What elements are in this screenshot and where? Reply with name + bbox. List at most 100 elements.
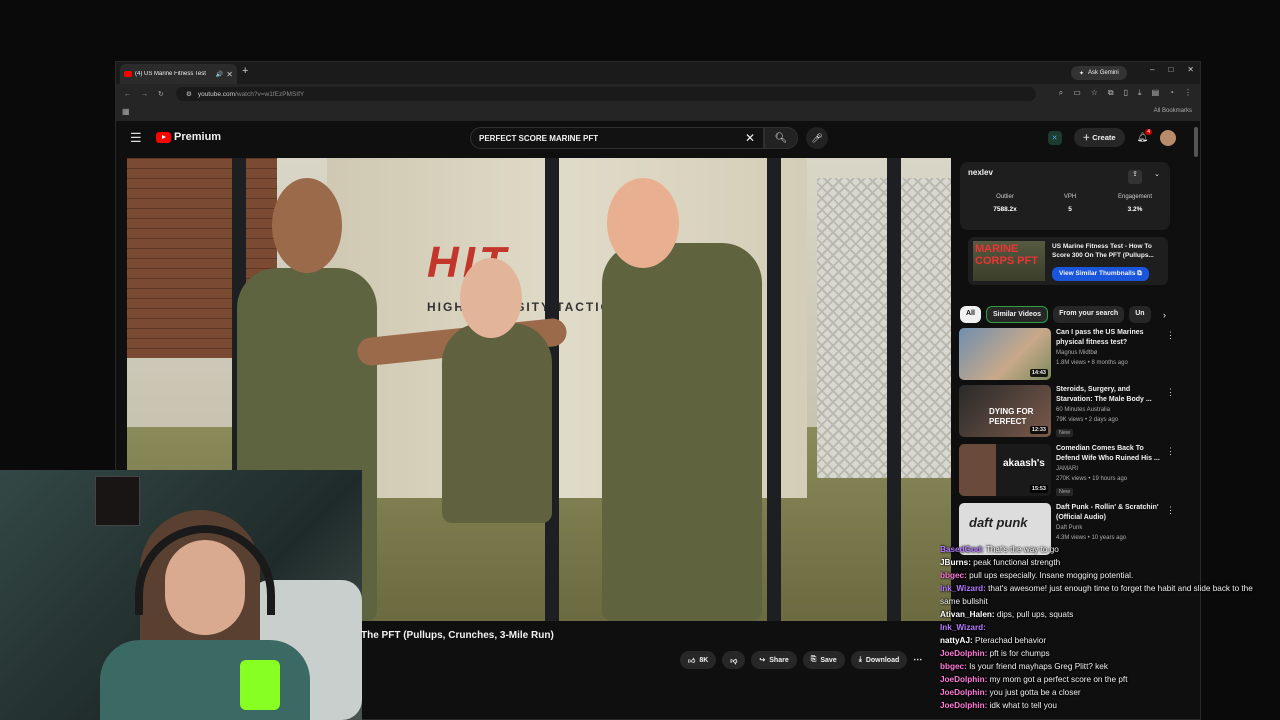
stat-label: Outlier bbox=[996, 194, 1014, 200]
view-similar-thumbnails-button[interactable]: View Similar Thumbnails ⧉ bbox=[1052, 267, 1149, 281]
chat-username[interactable]: Ink_Wizard: bbox=[940, 584, 986, 593]
back-icon[interactable]: ← bbox=[124, 91, 131, 98]
like-count: 8K bbox=[699, 656, 709, 664]
ask-gemini-button[interactable]: ✦ Ask Gemini bbox=[1071, 66, 1127, 80]
maximize-button[interactable]: □ bbox=[1168, 65, 1173, 74]
recommendation-channel[interactable]: 60 Minutes Australia bbox=[1056, 407, 1110, 413]
recommendation-channel[interactable]: Daft Punk bbox=[1056, 525, 1082, 531]
avatar[interactable] bbox=[1160, 129, 1176, 146]
recommendation-channel[interactable]: JAMARI bbox=[1056, 466, 1078, 472]
chat-username[interactable]: Ativan_Halen: bbox=[940, 610, 995, 619]
stat-engagement: Engagement 3.2% bbox=[1105, 194, 1165, 213]
search-input[interactable]: PERFECT SCORE MARINE PFT ✕ bbox=[470, 127, 764, 149]
gemini-label: Ask Gemini bbox=[1088, 70, 1119, 76]
site-info-icon[interactable]: ⚙ bbox=[186, 90, 192, 98]
microphone-icon: 🎤︎ bbox=[811, 132, 823, 143]
create-button[interactable]: ＋ Create bbox=[1073, 128, 1125, 147]
recommendation-title[interactable]: Can I pass the US Marines physical fitne… bbox=[1056, 328, 1160, 348]
chat-text: Pterachad behavior bbox=[972, 636, 1047, 645]
chat-username[interactable]: JBurns: bbox=[940, 558, 971, 567]
chat-username[interactable]: nattyAJ: bbox=[940, 636, 973, 645]
stat-value: 7588.2x bbox=[993, 206, 1017, 213]
voice-search-button[interactable]: 🎤︎ bbox=[806, 127, 828, 149]
close-tab-icon[interactable]: ✕ bbox=[226, 70, 233, 79]
youtube-logo[interactable]: Premium bbox=[156, 131, 221, 143]
chat-text: that's awesome! just enough time to forg… bbox=[940, 584, 1253, 606]
download-button[interactable]: ⤓ Download bbox=[850, 651, 908, 669]
tab-title: (4) US Marine Fitness Test bbox=[135, 71, 206, 77]
chat-username[interactable]: bbgec: bbox=[940, 662, 967, 671]
bookmark-star-icon[interactable]: ☆ bbox=[1091, 88, 1098, 98]
share-icon: ↪ bbox=[759, 657, 766, 664]
thumbnail-text: akaash's bbox=[1003, 458, 1045, 469]
recommendation-item[interactable]: akaash's 15:53 Comedian Comes Back To De… bbox=[959, 444, 1179, 498]
like-button[interactable]: 👍︎ 8K bbox=[680, 651, 717, 669]
youtube-favicon-icon bbox=[124, 71, 132, 77]
notifications-bell-icon[interactable]: 🔔︎ 4 bbox=[1137, 129, 1152, 143]
recommendation-item[interactable]: DYING FOR PERFECT 12:33 Steroids, Surger… bbox=[959, 385, 1179, 439]
chip-unwatched[interactable]: Un bbox=[1129, 306, 1151, 323]
chat-username[interactable]: bbgec: bbox=[940, 571, 967, 580]
new-badge: New bbox=[1056, 429, 1074, 437]
zoom-icon[interactable]: ⌕ bbox=[1059, 88, 1063, 98]
chat-username[interactable]: BasedGod: bbox=[940, 545, 984, 554]
chat-username[interactable]: JoeDolphin: bbox=[940, 701, 987, 710]
clear-search-icon[interactable]: ✕ bbox=[745, 131, 755, 145]
more-menu-icon[interactable]: ⋮ bbox=[1184, 88, 1192, 98]
extension-x-icon[interactable]: ✕ bbox=[1047, 130, 1062, 145]
chip-similar-videos[interactable]: Similar Videos bbox=[985, 306, 1049, 323]
more-options-icon[interactable]: ⋮ bbox=[1166, 446, 1175, 457]
recommendation-thumbnail[interactable]: DYING FOR PERFECT 12:33 bbox=[959, 385, 1051, 437]
chat-username[interactable]: Ink_Wizard: bbox=[940, 623, 986, 632]
extension-icon[interactable]: ▤ bbox=[1152, 88, 1160, 98]
recommendation-thumbnail[interactable]: akaash's 15:53 bbox=[959, 444, 1051, 496]
chat-text: you just gotta be a closer bbox=[987, 688, 1081, 697]
chat-username[interactable]: JoeDolphin: bbox=[940, 688, 987, 697]
similar-thumbnail[interactable]: MARINE CORPS PFT bbox=[973, 241, 1045, 281]
more-options-icon[interactable]: ⋮ bbox=[1166, 387, 1175, 398]
chat-username[interactable]: JoeDolphin: bbox=[940, 649, 987, 658]
chat-message: nattyAJ: Pterachad behavior bbox=[940, 634, 1270, 647]
more-options-icon[interactable]: ⋮ bbox=[1166, 505, 1175, 516]
forward-icon[interactable]: → bbox=[141, 91, 148, 98]
export-icon[interactable]: ⇪ bbox=[1128, 170, 1142, 184]
chip-from-your-search[interactable]: From your search bbox=[1053, 306, 1125, 323]
download-icon[interactable]: ⤓ bbox=[1138, 88, 1142, 98]
all-bookmarks-link[interactable]: All Bookmarks bbox=[1154, 108, 1192, 114]
sidebar-scrollbar[interactable] bbox=[1194, 127, 1198, 157]
stat-value: 5 bbox=[1068, 206, 1072, 213]
recommendation-title[interactable]: Comedian Comes Back To Defend Wife Who R… bbox=[1056, 444, 1160, 464]
recommendation-channel[interactable]: Magnus Midtbø bbox=[1056, 350, 1097, 356]
minimize-button[interactable]: – bbox=[1150, 65, 1154, 74]
new-tab-button[interactable]: + bbox=[242, 65, 248, 77]
chat-username[interactable]: JoeDolphin: bbox=[940, 675, 987, 684]
more-options-icon[interactable]: ⋮ bbox=[1166, 330, 1175, 341]
share-button[interactable]: ↪ Share bbox=[751, 651, 797, 669]
save-button[interactable]: ⎘ Save bbox=[802, 651, 845, 669]
reload-icon[interactable]: ↻ bbox=[158, 90, 164, 98]
chat-text: That's the way to go bbox=[983, 545, 1059, 554]
profile-icon[interactable]: ◔ bbox=[1169, 88, 1174, 98]
chat-text: Is your friend mayhaps Greg Plitt? kek bbox=[966, 662, 1108, 671]
recommendation-thumbnail[interactable]: 14:43 bbox=[959, 328, 1051, 380]
sidepanel-icon[interactable]: ▯ bbox=[1124, 88, 1128, 98]
more-actions-icon[interactable]: ⋯ bbox=[913, 651, 922, 669]
cast-icon[interactable]: ▭ bbox=[1073, 88, 1081, 98]
apps-grid-icon[interactable]: ▦ bbox=[122, 107, 130, 116]
search-button[interactable]: 🔍︎ bbox=[764, 127, 798, 149]
recommendation-title[interactable]: Steroids, Surgery, and Starvation: The M… bbox=[1056, 385, 1160, 405]
chat-message: Ativan_Halen: dips, pull ups, squats bbox=[940, 608, 1270, 621]
hamburger-menu-icon[interactable]: ☰ bbox=[130, 130, 142, 146]
person-left-head bbox=[272, 178, 342, 273]
extensions-icon[interactable]: ⧉ bbox=[1108, 88, 1114, 98]
url-field[interactable]: ⚙ youtube.com/watch?v=w1fEzPMSIfY bbox=[176, 87, 1036, 101]
collapse-chevron-icon[interactable]: ⌄ bbox=[1154, 170, 1160, 178]
close-window-button[interactable]: ✕ bbox=[1187, 65, 1194, 74]
chips-next-chevron-icon[interactable]: › bbox=[1163, 310, 1166, 320]
chip-all[interactable]: All bbox=[960, 306, 981, 323]
recommendation-item[interactable]: 14:43 Can I pass the US Marines physical… bbox=[959, 328, 1179, 382]
speaker-icon[interactable]: 🔊 bbox=[216, 71, 223, 78]
dislike-button[interactable]: 👎︎ bbox=[722, 651, 746, 669]
recommendation-title[interactable]: Daft Punk - Rollin' & Scratchin' (Offici… bbox=[1056, 503, 1160, 523]
browser-tab[interactable]: (4) US Marine Fitness Test 🔊 ✕ bbox=[120, 64, 237, 84]
